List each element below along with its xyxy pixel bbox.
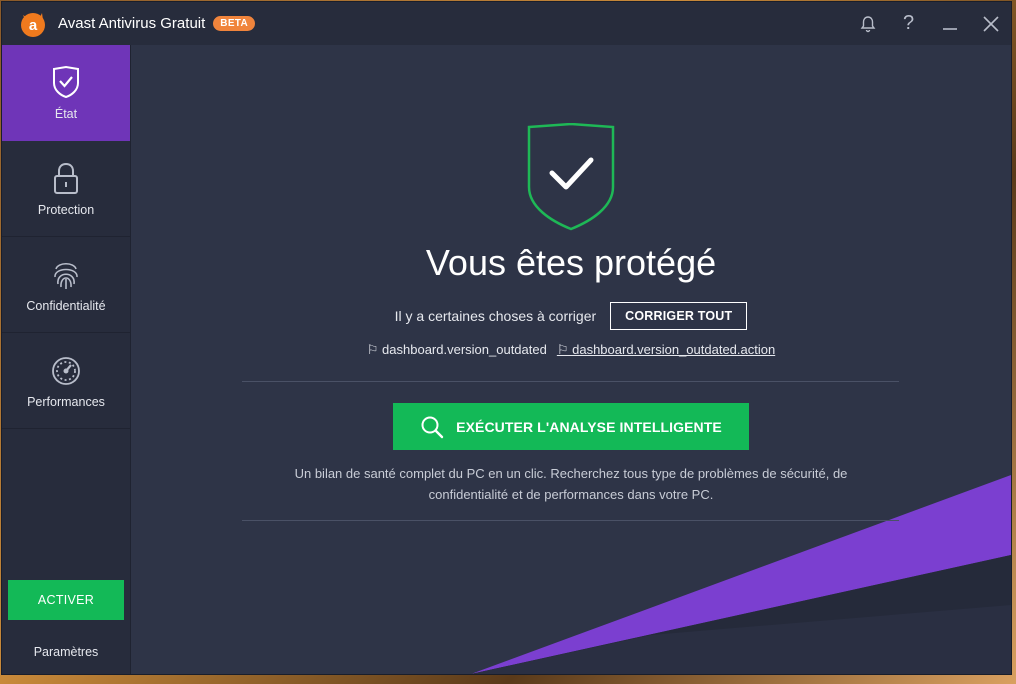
version-outdated-link[interactable]: ⚐ dashboard.version_outdated [367, 342, 547, 358]
fingerprint-icon [50, 257, 82, 291]
smart-scan-label: EXÉCUTER L'ANALYSE INTELLIGENTE [456, 418, 722, 435]
minimize-icon[interactable] [929, 2, 970, 45]
svg-text:a: a [29, 17, 38, 34]
smart-scan-button[interactable]: EXÉCUTER L'ANALYSE INTELLIGENTE [393, 403, 749, 450]
help-icon[interactable]: ? [888, 2, 929, 45]
sidebar-item-protection[interactable]: Protection [2, 141, 130, 237]
app-window: a Avast Antivirus Gratuit BETA ? État Pr… [2, 2, 1011, 674]
divider-bottom [242, 520, 899, 521]
close-icon[interactable] [970, 2, 1011, 45]
avast-logo-icon: a [18, 9, 48, 39]
sidebar: État Protection Confidentialité Performa… [2, 45, 131, 674]
main-panel: Vous êtes protégé Il y a certaines chose… [131, 45, 1011, 674]
version-outdated-action-link[interactable]: ⚐ dashboard.version_outdated.action [557, 342, 775, 358]
sidebar-item-label: Performances [27, 394, 105, 409]
sidebar-item-confidentialite[interactable]: Confidentialité [2, 237, 130, 333]
issue-row: Il y a certaines choses à corriger CORRI… [131, 302, 1011, 330]
issue-text: Il y a certaines choses à corriger [394, 308, 597, 324]
lock-icon [50, 161, 82, 195]
shield-check-icon [50, 65, 82, 99]
scan-description: Un bilan de santé complet du PC en un cl… [294, 466, 848, 502]
settings-link[interactable]: Paramètres [2, 645, 130, 659]
status-title: Vous êtes protégé [425, 242, 717, 283]
beta-badge: BETA [213, 16, 255, 31]
sidebar-item-etat[interactable]: État [2, 45, 130, 141]
sidebar-item-label: Confidentialité [26, 298, 106, 313]
search-icon [421, 416, 444, 438]
app-title: Avast Antivirus Gratuit [58, 15, 206, 32]
speedometer-icon [50, 353, 82, 387]
sidebar-item-label: État [54, 106, 78, 121]
divider-top [242, 381, 899, 382]
title-bar: a Avast Antivirus Gratuit BETA ? [2, 2, 1011, 45]
bell-icon[interactable] [847, 2, 888, 45]
sidebar-item-label: Protection [37, 202, 95, 217]
sidebar-item-performances[interactable]: Performances [2, 333, 130, 429]
protected-shield-icon [527, 122, 615, 236]
version-links: ⚐ dashboard.version_outdated ⚐ dashboard… [131, 342, 1011, 358]
activate-button[interactable]: ACTIVER [8, 580, 124, 620]
fix-all-button[interactable]: CORRIGER TOUT [610, 302, 748, 330]
